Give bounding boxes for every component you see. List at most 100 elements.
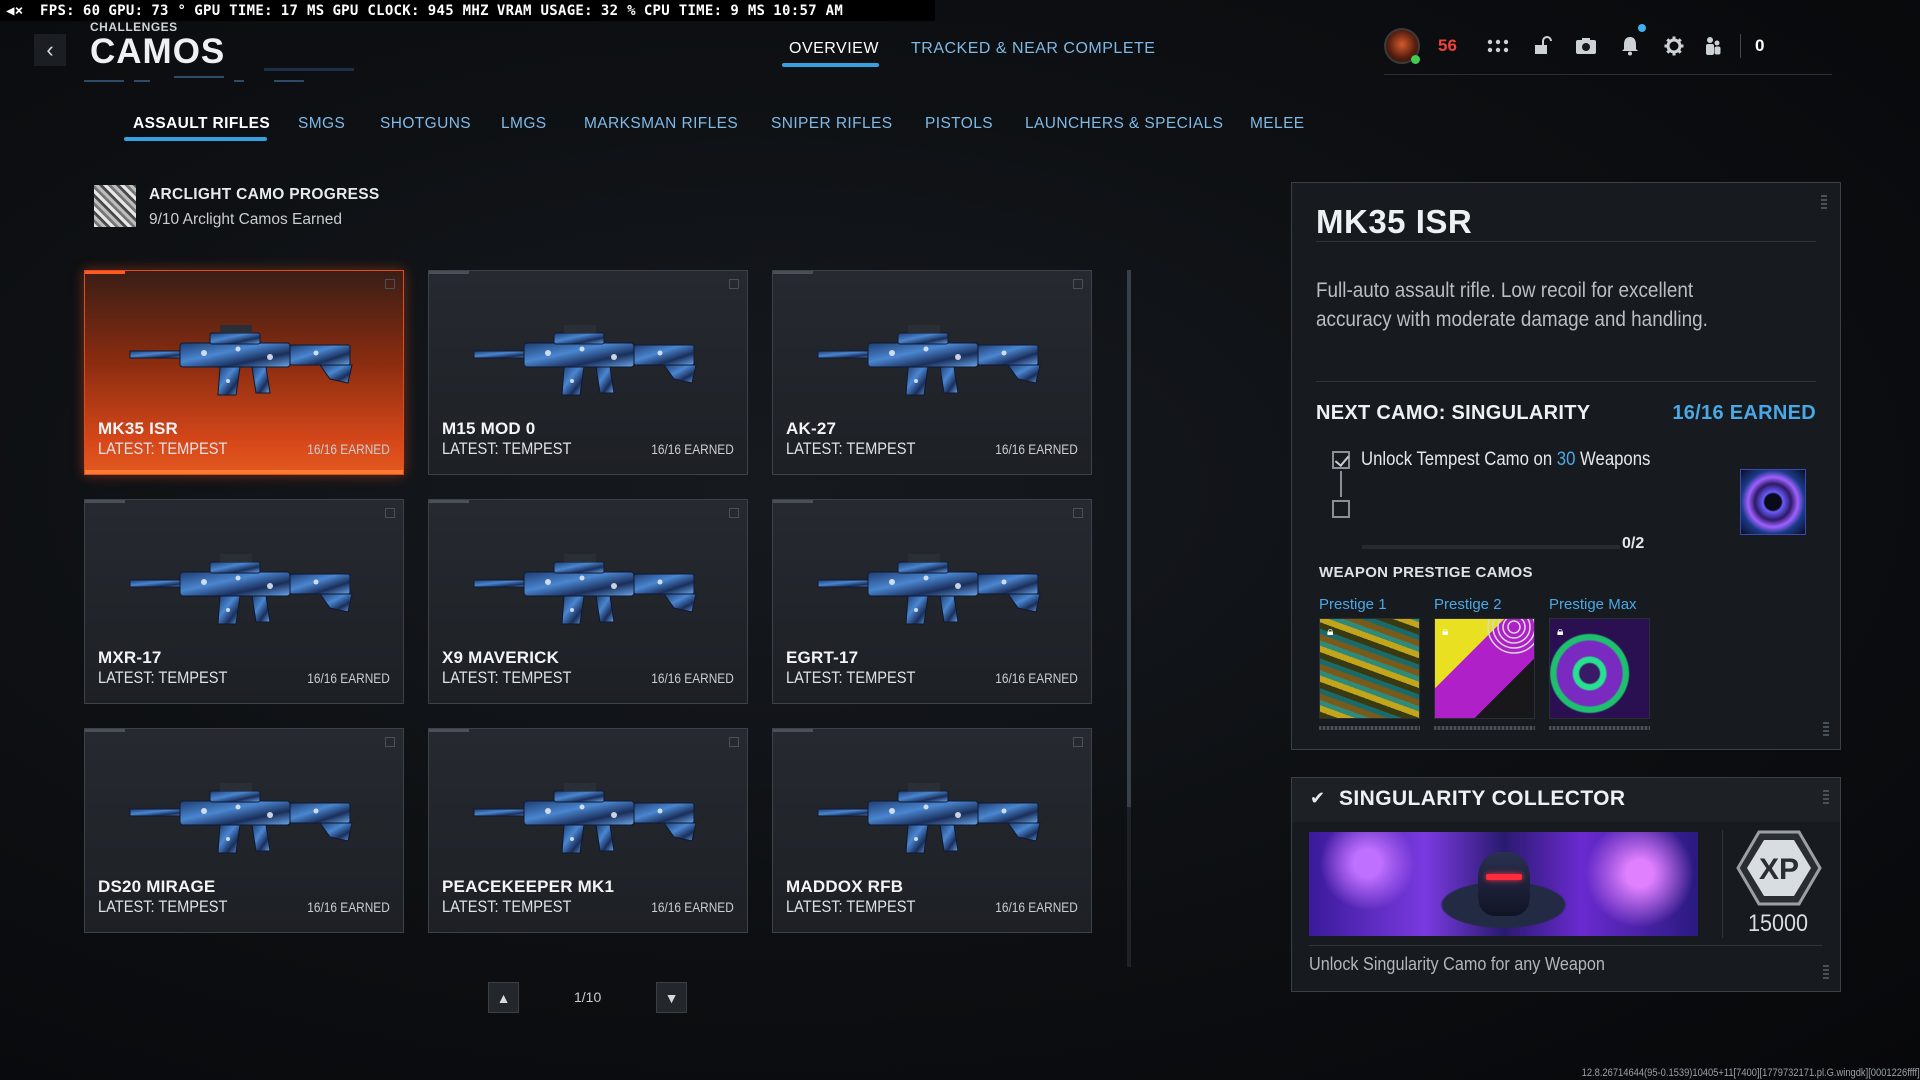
panel-grip-icon: [1823, 965, 1829, 979]
weapon-name: MXR-17: [98, 648, 162, 667]
weapon-camos-earned: 16/16 EARNED: [995, 671, 1078, 686]
divider: [1722, 830, 1723, 938]
weapon-camos-earned: 16/16 EARNED: [995, 900, 1078, 915]
tab-smgs[interactable]: SMGS: [298, 115, 345, 133]
chevron-left-icon: ‹: [46, 37, 54, 62]
prestige-2-camo[interactable]: 🔒︎: [1434, 618, 1535, 719]
requirement-checkbox-empty: [1332, 500, 1350, 518]
lock-icon: 🔒︎: [1327, 624, 1334, 638]
prestige-max-progress: [1549, 726, 1650, 730]
tab-lmgs[interactable]: LMGS: [501, 115, 547, 133]
tab-shotguns[interactable]: SHOTGUNS: [380, 115, 471, 133]
weapon-camos-earned: 16/16 EARNED: [651, 900, 734, 915]
weapon-latest-camo: LATEST: TEMPEST: [786, 897, 916, 916]
card-top-bar: [429, 500, 469, 503]
requirement-progress-count: 0/2: [1622, 535, 1645, 552]
weapon-name: DS20 MIRAGE: [98, 877, 216, 896]
weapon-card[interactable]: MADDOX RFB LATEST: TEMPEST 16/16 EARNED: [772, 728, 1092, 933]
prestige-max-camo[interactable]: 🔒︎: [1549, 618, 1650, 719]
card-top-bar: [773, 271, 813, 274]
fps-value: 60: [82, 2, 101, 19]
clock: 10:57 AM: [773, 2, 844, 19]
tab-tracked-near-complete[interactable]: TRACKED & NEAR COMPLETE: [911, 40, 1155, 58]
avatar-icon[interactable]: [1384, 28, 1420, 64]
weapon-latest-camo: LATEST: TEMPEST: [98, 439, 228, 458]
page-indicator: 1/10: [574, 989, 602, 1005]
panel-grip-icon: [1823, 722, 1829, 736]
card-corner-icon: [729, 737, 739, 747]
tab-pistols[interactable]: PISTOLS: [925, 115, 993, 133]
next-camo-earned: 16/16 EARNED: [1672, 402, 1816, 424]
back-button[interactable]: ‹: [34, 34, 66, 66]
weapon-card[interactable]: PEACEKEEPER MK1 LATEST: TEMPEST 16/16 EARN…: [428, 728, 748, 933]
weapon-card[interactable]: M15 MOD 0 LATEST: TEMPEST 16/16 EARNED: [428, 270, 748, 475]
card-corner-icon: [729, 279, 739, 289]
card-corner-icon: [385, 508, 395, 518]
active-category-indicator: [124, 137, 267, 141]
page-up-button[interactable]: ▲: [488, 982, 519, 1013]
party-icon[interactable]: [1696, 28, 1730, 64]
weapon-card[interactable]: MK35 ISR LATEST: TEMPEST 16/16 EARNED: [84, 270, 404, 475]
collector-description: Unlock Singularity Camo for any Weapon: [1309, 954, 1605, 974]
bell-icon[interactable]: [1608, 24, 1652, 64]
gpu-time-value: 17 MS: [280, 2, 325, 19]
weapon-card[interactable]: X9 MAVERICK LATEST: TEMPEST 16/16 EARNED: [428, 499, 748, 704]
weapon-image: [817, 554, 1041, 625]
active-tab-indicator: [782, 63, 879, 67]
weapon-card[interactable]: AK-27 LATEST: TEMPEST 16/16 EARNED: [772, 270, 1092, 475]
xp-badge-icon: XP: [1736, 830, 1822, 906]
weapon-latest-camo: LATEST: TEMPEST: [786, 439, 916, 458]
card-corner-icon: [1073, 279, 1083, 289]
tab-overview[interactable]: OVERVIEW: [789, 40, 879, 58]
weapon-latest-camo: LATEST: TEMPEST: [442, 668, 572, 687]
weapon-latest-camo: LATEST: TEMPEST: [786, 668, 916, 687]
prestige-1-label: Prestige 1: [1319, 596, 1387, 613]
collector-title: SINGULARITY COLLECTOR: [1339, 787, 1626, 810]
gpu-label: GPU:: [108, 2, 144, 19]
weapon-latest-camo: LATEST: TEMPEST: [442, 897, 572, 916]
card-corner-icon: [729, 508, 739, 518]
weapon-card[interactable]: DS20 MIRAGE LATEST: TEMPEST 16/16 EARNED: [84, 728, 404, 933]
requirement-progress-bar: [1362, 545, 1620, 549]
tab-assault-rifles[interactable]: ASSAULT RIFLES: [133, 115, 270, 133]
requirement-text: Unlock Tempest Camo on 30 Weapons: [1361, 449, 1650, 471]
tab-sniper-rifles[interactable]: SNIPER RIFLES: [771, 115, 892, 133]
card-top-bar: [773, 500, 813, 503]
card-corner-icon: [385, 737, 395, 747]
weapon-image: [129, 554, 353, 625]
tab-launchers-specials[interactable]: LAUNCHERS & SPECIALS: [1025, 115, 1223, 133]
weapon-image: [473, 325, 697, 396]
prestige-1-camo[interactable]: 🔒︎: [1319, 618, 1420, 719]
singularity-camo-thumbnail[interactable]: [1740, 469, 1806, 535]
weapon-image: [129, 783, 353, 854]
tab-melee[interactable]: MELEE: [1250, 115, 1305, 133]
unlock-icon[interactable]: [1520, 28, 1564, 64]
gear-icon[interactable]: [1652, 28, 1696, 64]
weapon-name: PEACEKEEPER MK1: [442, 877, 615, 896]
prestige-camos-title: WEAPON PRESTIGE CAMOS: [1319, 564, 1533, 581]
card-top-bar: [85, 271, 125, 274]
weapon-name: M15 MOD 0: [442, 419, 536, 438]
selected-indicator: [85, 470, 403, 474]
camera-icon[interactable]: [1564, 28, 1608, 64]
gpu-clock-label: GPU CLOCK:: [332, 2, 420, 19]
page-down-button[interactable]: ▼: [656, 982, 687, 1013]
lock-icon: 🔒︎: [1557, 624, 1564, 638]
perf-overlay: ◀× FPS: 60 GPU: 73 ° GPU TIME: 17 MS GPU CL…: [0, 0, 935, 21]
arclight-camo-thumbnail: [94, 185, 136, 227]
weapon-image: [817, 325, 1041, 396]
grid-scrollbar-thumb[interactable]: [1127, 270, 1131, 807]
cpu-time-value: 9 MS: [730, 2, 766, 19]
chevron-up-icon: ▲: [496, 989, 511, 1006]
build-version: 12.8.26714644(95-0.1539)10405+11[7400][1…: [1581, 1067, 1920, 1079]
banner-figure-visor: [1486, 874, 1522, 880]
tab-marksman-rifles[interactable]: MARKSMAN RIFLES: [584, 115, 738, 133]
weapon-card[interactable]: EGRT-17 LATEST: TEMPEST 16/16 EARNED: [772, 499, 1092, 704]
requirement-text-post: Weapons: [1575, 449, 1651, 470]
weapon-card[interactable]: MXR-17 LATEST: TEMPEST 16/16 EARNED: [84, 499, 404, 704]
weapon-image: [473, 783, 697, 854]
top-bar-icons: 56 0: [1384, 24, 1764, 64]
card-top-bar: [429, 729, 469, 732]
weapon-camos-earned: 16/16 EARNED: [651, 671, 734, 686]
grid-icon[interactable]: [1476, 28, 1520, 64]
